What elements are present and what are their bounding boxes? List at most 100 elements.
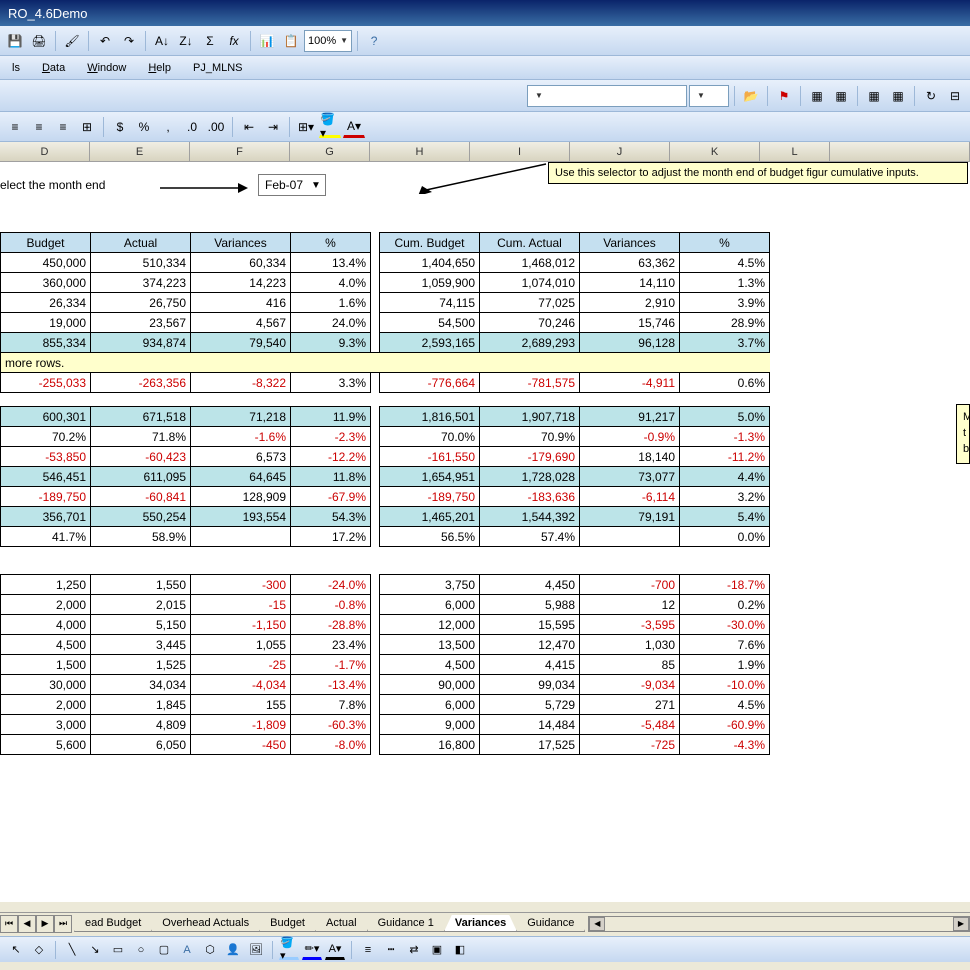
menu-data[interactable]: Data xyxy=(38,60,69,76)
table-row[interactable]: 70.2%71.8%-1.6%-2.3%70.0%70.9%-0.9%-1.3% xyxy=(1,427,770,447)
menu-help[interactable]: Help xyxy=(144,60,175,76)
fx-button[interactable]: fx xyxy=(223,30,245,52)
diagram-button[interactable]: ⬡ xyxy=(200,940,220,960)
grid1-button[interactable]: ▦ xyxy=(806,85,828,107)
align-center-button[interactable]: ≡ xyxy=(28,116,50,138)
sum-button[interactable]: Σ xyxy=(199,30,221,52)
font-size-dropdown[interactable]: ▼ xyxy=(689,85,729,107)
scroll-right-button[interactable]: ▶ xyxy=(953,917,969,931)
undo-button[interactable]: ↶ xyxy=(94,30,116,52)
currency-button[interactable]: $ xyxy=(109,116,131,138)
font-color-button[interactable]: A▾ xyxy=(343,116,365,138)
table-row[interactable]: 450,000510,33460,33413.4%1,404,6501,468,… xyxy=(1,253,770,273)
tab-first-button[interactable]: ⏮ xyxy=(0,915,18,933)
percent-button[interactable]: % xyxy=(133,116,155,138)
table-row[interactable]: 19,00023,5674,56724.0%54,50070,24615,746… xyxy=(1,313,770,333)
sheet-tab[interactable]: Variances xyxy=(444,915,517,932)
arrow-style-button[interactable]: ⇄ xyxy=(404,940,424,960)
shadow-button[interactable]: ▣ xyxy=(427,940,447,960)
table-row[interactable]: -53,850-60,4236,573-12.2%-161,550-179,69… xyxy=(1,447,770,467)
sheet-tab[interactable]: Budget xyxy=(259,915,316,932)
font-name-dropdown[interactable]: ▼ xyxy=(527,85,687,107)
table-row[interactable]: 41.7%58.9%17.2%56.5%57.4%0.0% xyxy=(1,527,770,547)
tab-prev-button[interactable]: ◀ xyxy=(18,915,36,933)
column-header[interactable]: J xyxy=(570,142,670,161)
menu-pjmlns[interactable]: PJ_MLNS xyxy=(189,60,247,76)
fill-color-button[interactable]: 🪣▾ xyxy=(319,116,341,138)
print-button[interactable]: 🖨 xyxy=(28,30,50,52)
fill-button[interactable]: 🪣▾ xyxy=(279,940,299,960)
decrease-decimal-button[interactable]: .00 xyxy=(205,116,227,138)
comma-button[interactable]: , xyxy=(157,116,179,138)
pivot-button[interactable]: 📋 xyxy=(280,30,302,52)
column-header[interactable]: I xyxy=(470,142,570,161)
increase-indent-button[interactable]: ⇥ xyxy=(262,116,284,138)
line-button[interactable]: ╲ xyxy=(62,940,82,960)
column-header[interactable]: E xyxy=(90,142,190,161)
sort-asc-button[interactable]: A↓ xyxy=(151,30,173,52)
table-row[interactable]: 1,5001,525-25-1.7%4,5004,415851.9% xyxy=(1,655,770,675)
increase-decimal-button[interactable]: .0 xyxy=(181,116,203,138)
table-row[interactable]: 360,000374,22314,2234.0%1,059,9001,074,0… xyxy=(1,273,770,293)
refresh-button[interactable]: ↻ xyxy=(920,85,942,107)
arrow-button[interactable]: ↘ xyxy=(85,940,105,960)
sheet-tab[interactable]: Guidance 1 xyxy=(367,915,445,932)
column-header[interactable]: L xyxy=(760,142,830,161)
menu-ls[interactable]: ls xyxy=(8,60,24,76)
menu-window[interactable]: Window xyxy=(83,60,130,76)
align-right-button[interactable]: ≡ xyxy=(52,116,74,138)
table-row[interactable]: 356,701550,254193,55454.3%1,465,2011,544… xyxy=(1,507,770,527)
decrease-indent-button[interactable]: ⇤ xyxy=(238,116,260,138)
table-row[interactable]: 2,0002,015-15-0.8%6,0005,988120.2% xyxy=(1,595,770,615)
textbox-button[interactable]: ▢ xyxy=(154,940,174,960)
column-header[interactable]: H xyxy=(370,142,470,161)
3d-button[interactable]: ◧ xyxy=(450,940,470,960)
select-button[interactable]: ↖ xyxy=(6,940,26,960)
table-row[interactable]: -189,750-60,841128,909-67.9%-189,750-183… xyxy=(1,487,770,507)
worksheet-area[interactable]: elect the month end Feb-07 ▼ Use this se… xyxy=(0,162,970,902)
clipart-button[interactable]: 👤 xyxy=(223,940,243,960)
open-button[interactable]: 📂 xyxy=(740,85,762,107)
table-row[interactable]: 600,301671,51871,21811.9%1,816,5011,907,… xyxy=(1,407,770,427)
wordart-button[interactable]: A xyxy=(177,940,197,960)
line-weight-button[interactable]: ≡ xyxy=(358,940,378,960)
table-row[interactable]: 3,0004,809-1,809-60.3%9,00014,484-5,484-… xyxy=(1,715,770,735)
autoshapes-button[interactable]: ◇ xyxy=(29,940,49,960)
align-left-button[interactable]: ≡ xyxy=(4,116,26,138)
grid2-button[interactable]: ▦ xyxy=(830,85,852,107)
sheet-tab[interactable]: ead Budget xyxy=(74,915,152,932)
column-header[interactable]: D xyxy=(0,142,90,161)
table-row[interactable]: 1,2501,550-300-24.0%3,7504,450-700-18.7% xyxy=(1,575,770,595)
sheet-tab[interactable]: Overhead Actuals xyxy=(151,915,260,932)
column-header[interactable]: G xyxy=(290,142,370,161)
zoom-dropdown[interactable]: 100% ▼ xyxy=(304,30,352,52)
table-row[interactable]: 2,0001,8451557.8%6,0005,7292714.5% xyxy=(1,695,770,715)
paint-button[interactable]: 🖌 xyxy=(61,30,83,52)
line-color-button[interactable]: ✏▾ xyxy=(302,940,322,960)
column-header[interactable]: F xyxy=(190,142,290,161)
tab-next-button[interactable]: ▶ xyxy=(36,915,54,933)
grid3-button[interactable]: ▦ xyxy=(863,85,885,107)
sheet-tab[interactable]: Guidance xyxy=(516,915,585,932)
text-color-button[interactable]: A▾ xyxy=(325,940,345,960)
column-header[interactable]: K xyxy=(670,142,760,161)
rectangle-button[interactable]: ▭ xyxy=(108,940,128,960)
table-row[interactable]: 4,5003,4451,05523.4%13,50012,4701,0307.6… xyxy=(1,635,770,655)
tab-last-button[interactable]: ⏭ xyxy=(54,915,72,933)
table-row[interactable]: 26,33426,7504161.6%74,11577,0252,9103.9% xyxy=(1,293,770,313)
horizontal-scrollbar[interactable]: ◀ ▶ xyxy=(588,916,970,932)
table-row[interactable]: 5,6006,050-450-8.0%16,80017,525-725-4.3% xyxy=(1,735,770,755)
table-row[interactable]: -255,033-263,356-8,3223.3%-776,664-781,5… xyxy=(1,373,770,393)
collapse-button[interactable]: ⊟ xyxy=(944,85,966,107)
flag-button[interactable]: ⚑ xyxy=(773,85,795,107)
save-button[interactable]: 💾 xyxy=(4,30,26,52)
scroll-left-button[interactable]: ◀ xyxy=(589,917,605,931)
redo-button[interactable]: ↷ xyxy=(118,30,140,52)
dash-button[interactable]: ┅ xyxy=(381,940,401,960)
help-button[interactable]: ? xyxy=(363,30,385,52)
sort-desc-button[interactable]: Z↓ xyxy=(175,30,197,52)
borders-button[interactable]: ⊞▾ xyxy=(295,116,317,138)
chart-button[interactable]: 📊 xyxy=(256,30,278,52)
picture-button[interactable]: 🖼 xyxy=(246,940,266,960)
grid4-button[interactable]: ▦ xyxy=(887,85,909,107)
